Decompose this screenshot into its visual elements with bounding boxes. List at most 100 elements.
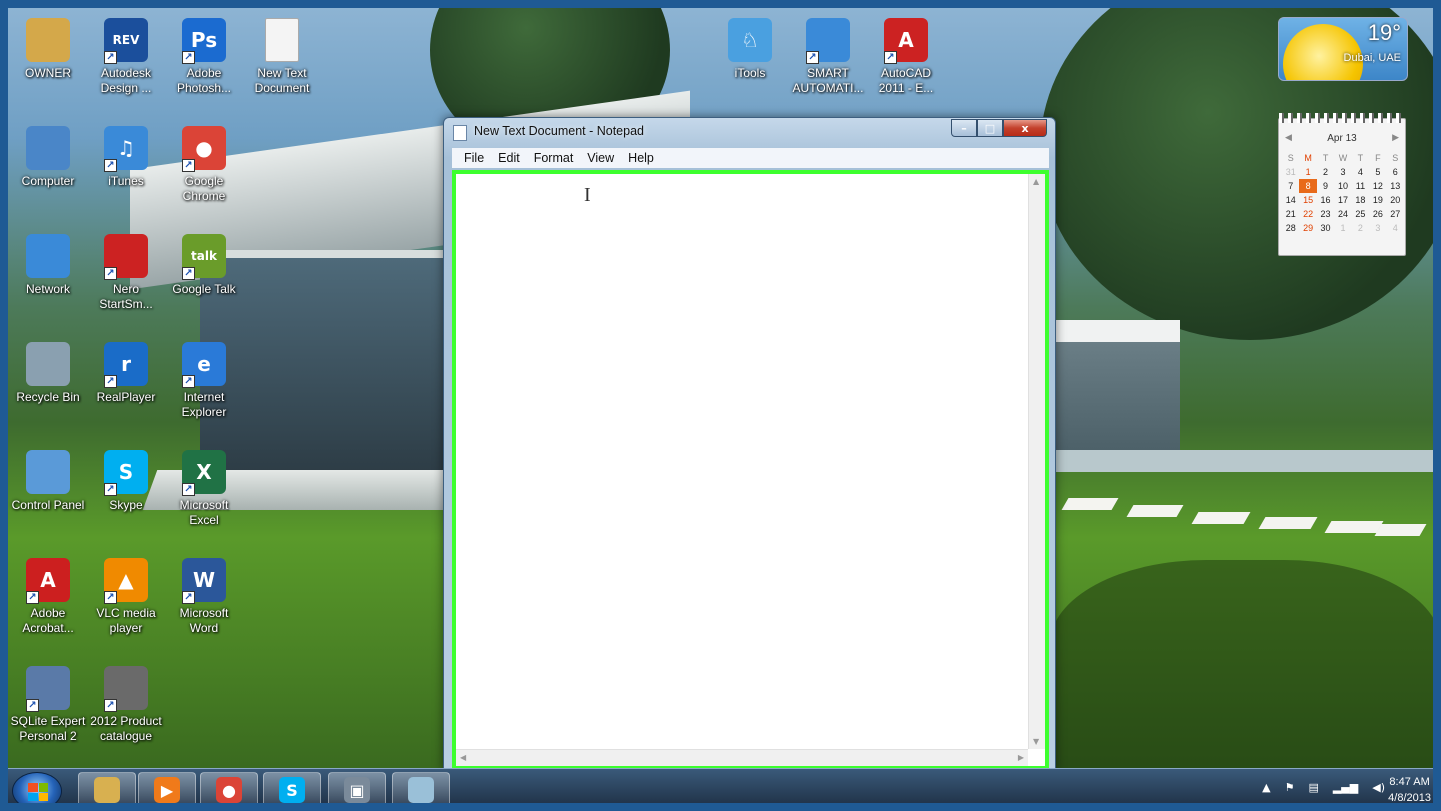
desktop-icon-computer[interactable]: Computer (10, 126, 86, 189)
menu-format[interactable]: Format (527, 151, 581, 165)
calendar-day[interactable]: 1 (1299, 165, 1316, 179)
title-bar[interactable]: New Text Document - Notepad – □ x (444, 118, 1055, 146)
scroll-left-icon[interactable]: ◀ (460, 753, 466, 762)
calendar-day[interactable]: 21 (1282, 207, 1299, 221)
power-icon[interactable]: ▤ (1308, 781, 1318, 794)
calendar-day[interactable]: 4 (1352, 165, 1369, 179)
calendar-day[interactable]: 14 (1282, 193, 1299, 207)
shortcut-arrow-icon: ↗ (26, 699, 39, 712)
calendar-day[interactable]: 27 (1387, 207, 1404, 221)
calendar-day[interactable]: 28 (1282, 221, 1299, 235)
desktop-icon-excel[interactable]: X ↗ Microsoft Excel (166, 450, 242, 528)
taskbar-button-remote[interactable]: ▣ (328, 772, 386, 808)
desktop-icon-photoshop[interactable]: Ps ↗ Adobe Photosh... (166, 18, 242, 96)
calendar-day[interactable]: 1 (1334, 221, 1351, 235)
desktop-icon-sqlite[interactable]: ↗ SQLite Expert Personal 2 (10, 666, 86, 744)
maximize-button[interactable]: □ (977, 119, 1003, 137)
start-button[interactable] (12, 772, 62, 810)
desktop-icon-nero[interactable]: ↗ Nero StartSm... (88, 234, 164, 312)
desktop-icon-network[interactable]: Network (10, 234, 86, 297)
calendar-day[interactable]: 7 (1282, 179, 1299, 193)
scroll-down-icon[interactable]: ▼ (1033, 737, 1039, 746)
show-hidden-icons[interactable]: ▲ (1262, 781, 1270, 794)
calendar-day[interactable]: 16 (1317, 193, 1334, 207)
calendar-day[interactable]: 26 (1369, 207, 1386, 221)
volume-icon[interactable]: ◀) (1372, 781, 1385, 794)
menu-edit[interactable]: Edit (491, 151, 527, 165)
calendar-day[interactable]: 19 (1369, 193, 1386, 207)
desktop-icon-user-folder[interactable]: OWNER (10, 18, 86, 81)
desktop-icon-word[interactable]: W ↗ Microsoft Word (166, 558, 242, 636)
close-button[interactable]: x (1003, 119, 1047, 137)
next-month-icon[interactable]: ▶ (1392, 133, 1399, 143)
weather-gadget[interactable]: 19° Dubai, UAE (1278, 17, 1408, 81)
desktop-icon-smart-home[interactable]: ↗ SMART AUTOMATI... (790, 18, 866, 96)
calendar-day[interactable]: 11 (1352, 179, 1369, 193)
taskbar-button-media-player[interactable]: ▶ (138, 772, 196, 808)
calendar-day[interactable]: 2 (1352, 221, 1369, 235)
calendar-day[interactable]: 25 (1352, 207, 1369, 221)
calendar-day[interactable]: 30 (1317, 221, 1334, 235)
calendar-day[interactable]: 6 (1387, 165, 1404, 179)
text-document-icon (265, 18, 299, 62)
calendar-day[interactable]: 12 (1369, 179, 1386, 193)
calendar-weekday: F (1375, 153, 1381, 163)
calendar-gadget[interactable]: ◀ Apr 13 ▶ S M T W T F S 31 1 2 3 4 5 6 7 8 9 10 11 12 13 14 1… (1278, 113, 1406, 256)
desktop-icon-skype[interactable]: S ↗ Skype (88, 450, 164, 513)
desktop-icon-google-talk[interactable]: talk ↗ Google Talk (166, 234, 242, 297)
text-area[interactable] (456, 174, 1028, 749)
calendar-day[interactable]: 29 (1299, 221, 1316, 235)
calendar-day[interactable]: 15 (1299, 193, 1316, 207)
calendar-day[interactable]: 17 (1334, 193, 1351, 207)
horizontal-scrollbar[interactable]: ◀ ▶ (456, 749, 1028, 766)
action-center-flag-icon[interactable]: ⚑ (1285, 781, 1295, 794)
calendar-day[interactable]: 24 (1334, 207, 1351, 221)
desktop-icon-autodesk-revit[interactable]: REV ↗ Autodesk Design ... (88, 18, 164, 96)
desktop-icon-realplayer[interactable]: r ↗ RealPlayer (88, 342, 164, 405)
network-icon (26, 234, 70, 278)
minimize-button[interactable]: – (951, 119, 977, 137)
menu-file[interactable]: File (457, 151, 491, 165)
taskbar-button-explorer[interactable] (78, 772, 136, 808)
taskbar-button-skype[interactable]: S (263, 772, 321, 808)
clock[interactable]: 8:47 AM 4/8/2013 (1388, 774, 1431, 806)
calendar-day[interactable]: 10 (1334, 179, 1351, 193)
desktop-icon-recycle-bin[interactable]: Recycle Bin (10, 342, 86, 405)
desktop-icon-autocad[interactable]: A ↗ AutoCAD 2011 - E... (868, 18, 944, 96)
desktop-icon-chrome[interactable]: ● ↗ Google Chrome (166, 126, 242, 204)
control-panel-icon (26, 450, 70, 494)
calendar-day[interactable]: 20 (1387, 193, 1404, 207)
menu-help[interactable]: Help (621, 151, 661, 165)
scroll-right-icon[interactable]: ▶ (1018, 753, 1024, 762)
calendar-day[interactable]: 18 (1352, 193, 1369, 207)
notepad-icon (453, 125, 467, 141)
calendar-day[interactable]: 9 (1317, 179, 1334, 193)
desktop-icon-text-document[interactable]: New Text Document (244, 18, 320, 96)
calendar-day[interactable]: 31 (1282, 165, 1299, 179)
desktop-icon-pdf-document[interactable]: ↗ 2012 Product catalogue (88, 666, 164, 744)
calendar-day[interactable]: 5 (1369, 165, 1386, 179)
desktop-icon-internet-explorer[interactable]: e ↗ Internet Explorer (166, 342, 242, 420)
desktop-icon-label: RealPlayer (96, 390, 156, 404)
vertical-scrollbar[interactable]: ▲ ▼ (1028, 174, 1045, 749)
taskbar-button-chrome[interactable]: ● (200, 772, 258, 808)
menu-view[interactable]: View (580, 151, 621, 165)
desktop-icon-acrobat[interactable]: A ↗ Adobe Acrobat... (10, 558, 86, 636)
desktop-icon-control-panel[interactable]: Control Panel (10, 450, 86, 513)
calendar-day[interactable]: 23 (1317, 207, 1334, 221)
notepad-window[interactable]: New Text Document - Notepad – □ x File E… (443, 117, 1056, 772)
desktop-icon-itools[interactable]: ♘ iTools (712, 18, 788, 81)
calendar-day[interactable]: 13 (1387, 179, 1404, 193)
calendar-day[interactable]: 4 (1387, 221, 1404, 235)
calendar-day[interactable]: 2 (1317, 165, 1334, 179)
calendar-day[interactable]: 3 (1334, 165, 1351, 179)
scroll-up-icon[interactable]: ▲ (1033, 177, 1039, 186)
desktop-icon-label: OWNER (25, 66, 71, 80)
calendar-day[interactable]: 22 (1299, 207, 1316, 221)
desktop-icon-itunes[interactable]: ♫ ↗ iTunes (88, 126, 164, 189)
calendar-day[interactable]: 3 (1369, 221, 1386, 235)
network-signal-icon[interactable]: ▂▄▆ (1333, 781, 1358, 794)
taskbar-button-notepad[interactable] (392, 772, 450, 808)
calendar-day[interactable]: 8 (1299, 179, 1317, 193)
desktop-icon-vlc[interactable]: ▲ ↗ VLC media player (88, 558, 164, 636)
